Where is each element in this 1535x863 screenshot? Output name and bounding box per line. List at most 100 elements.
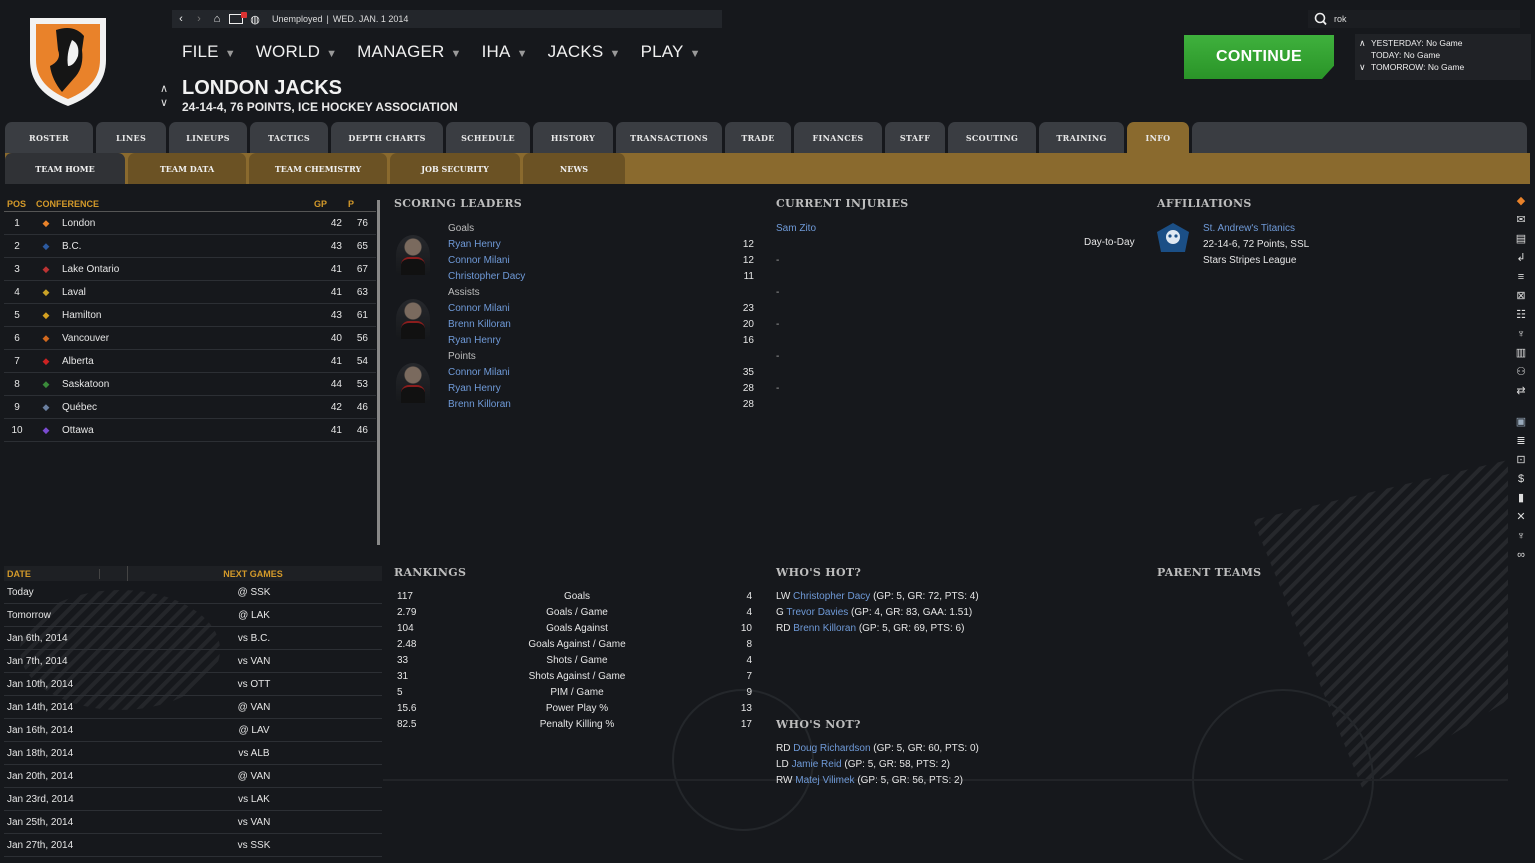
menu-iha[interactable]: IHA ▼	[482, 42, 528, 62]
team-name[interactable]: Saskatoon	[62, 379, 314, 390]
tab-tactics[interactable]: TACTICS	[250, 122, 328, 154]
game-opponent[interactable]: @ SSK	[204, 587, 304, 598]
leader-player-link[interactable]: Ryan Henry	[448, 335, 501, 346]
standings-row[interactable]: 10 ◆ Ottawa 41 46	[4, 419, 376, 442]
trade-icon[interactable]: ⇄	[1516, 382, 1525, 401]
game-opponent[interactable]: vs SSK	[204, 840, 304, 851]
player-link[interactable]: Trevor Davies	[786, 607, 848, 618]
tab-roster[interactable]: ROSTER	[5, 122, 93, 154]
game-row[interactable]: Jan 14th, 2014 @ VAN	[4, 696, 382, 719]
affiliate-logo[interactable]	[1155, 222, 1191, 256]
game-opponent[interactable]: vs OTT	[204, 679, 304, 690]
game-row[interactable]: Jan 7th, 2014 vs VAN	[4, 650, 382, 673]
game-row[interactable]: Jan 6th, 2014 vs B.C.	[4, 627, 382, 650]
mail-icon[interactable]	[229, 12, 247, 24]
tab-lines[interactable]: LINES	[96, 122, 166, 154]
menu-jacks[interactable]: JACKS ▼	[548, 42, 621, 62]
game-row[interactable]: Jan 20th, 2014 @ VAN	[4, 765, 382, 788]
subtab-team-home[interactable]: TEAM HOME	[5, 153, 125, 184]
subtab-team-chemistry[interactable]: TEAM CHEMISTRY	[249, 153, 387, 184]
game-row[interactable]: Tomorrow @ LAK	[4, 604, 382, 627]
next-games-header[interactable]: NEXT GAMES	[128, 569, 378, 579]
menu-world[interactable]: WORLD ▼	[256, 42, 337, 62]
player-link[interactable]: Christopher Dacy	[793, 591, 870, 602]
team-logo-mini-icon[interactable]: ◆	[1517, 192, 1525, 211]
player-photo[interactable]	[396, 363, 430, 403]
game-row[interactable]: Jan 25th, 2014 vs VAN	[4, 811, 382, 834]
rink-icon[interactable]: ⊠	[1516, 287, 1525, 306]
leader-player-link[interactable]: Connor Milani	[448, 367, 510, 378]
leader-player-link[interactable]: Connor Milani	[448, 255, 510, 266]
document-icon[interactable]: ▥	[1516, 344, 1526, 363]
globe-icon[interactable]: ◍	[246, 13, 264, 26]
continue-button[interactable]: CONTINUE	[1184, 35, 1334, 79]
standings-row[interactable]: 5 ◆ Hamilton 43 61	[4, 304, 376, 327]
p-header[interactable]: P	[342, 199, 376, 209]
player-link[interactable]: Brenn Killoran	[793, 623, 856, 634]
tab-scouting[interactable]: SCOUTING	[948, 122, 1036, 154]
league-list-icon[interactable]: ≣	[1516, 432, 1525, 451]
game-row[interactable]: Jan 10th, 2014 vs OTT	[4, 673, 382, 696]
clipboard-icon[interactable]: ▤	[1516, 230, 1526, 249]
subtab-news[interactable]: NEWS	[523, 153, 625, 184]
game-opponent[interactable]: vs ALB	[204, 748, 304, 759]
game-opponent[interactable]: vs VAN	[204, 656, 304, 667]
mail-badge-icon[interactable]: ✉	[1516, 211, 1525, 230]
injured-player-link[interactable]: Sam Zito	[776, 223, 816, 234]
tab-info[interactable]: INFO	[1127, 122, 1189, 154]
game-row[interactable]: Jan 16th, 2014 @ LAV	[4, 719, 382, 742]
tab-schedule[interactable]: SCHEDULE	[446, 122, 530, 154]
team-name[interactable]: London	[62, 218, 314, 229]
crossed-sticks-icon[interactable]: ✕	[1516, 508, 1525, 527]
team-name[interactable]: Lake Ontario	[62, 264, 314, 275]
dollar-icon[interactable]: $	[1518, 470, 1524, 489]
forward-icon[interactable]: ›	[190, 13, 208, 25]
leader-player-link[interactable]: Ryan Henry	[448, 239, 501, 250]
conference-header[interactable]: CONFERENCE	[36, 199, 314, 209]
chevron-down-icon[interactable]: ∨	[1359, 61, 1366, 73]
gp-header[interactable]: GP	[314, 199, 342, 209]
standings-row[interactable]: 1 ◆ London 42 76	[4, 212, 376, 235]
team-name[interactable]: Laval	[62, 287, 314, 298]
binoculars-icon[interactable]: ∞	[1517, 546, 1525, 565]
chevron-down-icon[interactable]: ∨	[160, 96, 168, 110]
leader-player-link[interactable]: Ryan Henry	[448, 383, 501, 394]
team-name[interactable]: Québec	[62, 402, 314, 413]
player-link[interactable]: Jamie Reid	[792, 759, 842, 770]
game-opponent[interactable]: vs B.C.	[204, 633, 304, 644]
back-icon[interactable]: ‹	[172, 13, 190, 25]
standings-row[interactable]: 6 ◆ Vancouver 40 56	[4, 327, 376, 350]
standings-row[interactable]: 8 ◆ Saskatoon 44 53	[4, 373, 376, 396]
leader-player-link[interactable]: Connor Milani	[448, 303, 510, 314]
menu-manager[interactable]: MANAGER ▼	[357, 42, 461, 62]
affiliate-team-link[interactable]: St. Andrew's Titanics	[1203, 223, 1295, 234]
home-icon[interactable]: ⌂	[208, 13, 226, 25]
standings-row[interactable]: 9 ◆ Québec 42 46	[4, 396, 376, 419]
game-opponent[interactable]: @ LAV	[204, 725, 304, 736]
game-opponent[interactable]: vs VAN	[204, 817, 304, 828]
leader-player-link[interactable]: Christopher Dacy	[448, 271, 525, 282]
standings-scrollbar[interactable]	[377, 200, 380, 545]
team-name[interactable]: Ottawa	[62, 425, 314, 436]
tab-trade[interactable]: TRADE	[725, 122, 791, 154]
trophy-icon[interactable]: ♆	[1517, 325, 1525, 344]
finances-people-icon[interactable]: ⚇	[1516, 363, 1526, 382]
team-logo[interactable]	[22, 10, 114, 108]
game-opponent[interactable]: @ LAK	[204, 610, 304, 621]
player-photo[interactable]	[396, 299, 430, 339]
game-opponent[interactable]: @ VAN	[204, 771, 304, 782]
chevron-up-icon[interactable]: ∧	[160, 82, 168, 96]
game-row[interactable]: Jan 23rd, 2014 vs LAK	[4, 788, 382, 811]
tab-transactions[interactable]: TRANSACTIONS	[616, 122, 722, 154]
standings-row[interactable]: 4 ◆ Laval 41 63	[4, 281, 376, 304]
menu-file[interactable]: FILE ▼	[182, 42, 236, 62]
tab-staff[interactable]: STAFF	[885, 122, 945, 154]
hockey-stick-icon[interactable]: ↲	[1516, 249, 1525, 268]
staff-icon[interactable]: ☷	[1516, 306, 1526, 325]
tab-training[interactable]: TRAINING	[1039, 122, 1124, 154]
team-name[interactable]: Alberta	[62, 356, 314, 367]
pos-header[interactable]: POS	[4, 199, 30, 209]
menu-play[interactable]: PLAY ▼	[641, 42, 701, 62]
search-input[interactable]: rok	[1334, 14, 1347, 24]
standings-row[interactable]: 3 ◆ Lake Ontario 41 67	[4, 258, 376, 281]
